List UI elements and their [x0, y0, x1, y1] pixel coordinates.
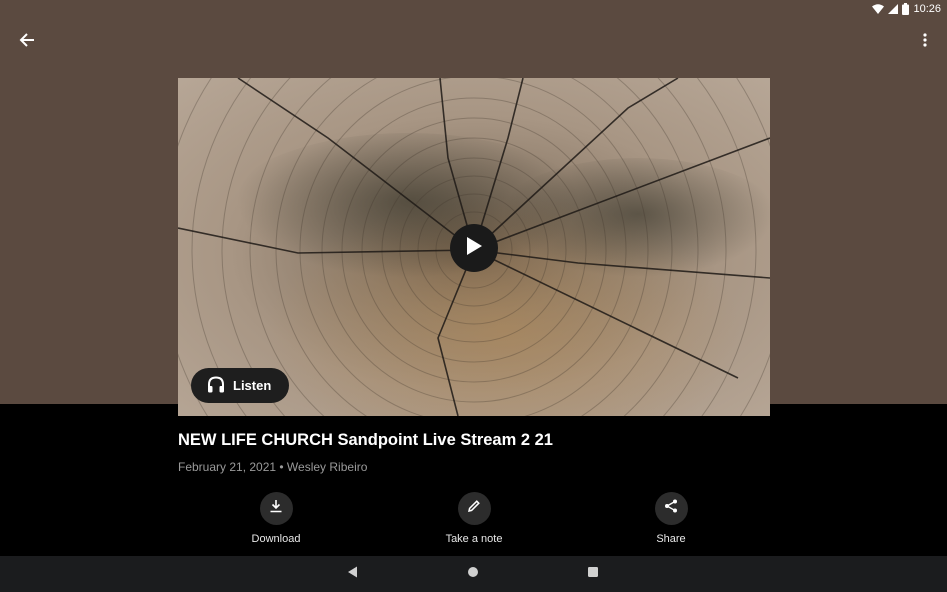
- download-button[interactable]: Download: [226, 492, 326, 545]
- take-note-label: Take a note: [445, 533, 503, 545]
- status-bar: 10:26: [0, 0, 947, 18]
- download-button-circle: [259, 492, 293, 525]
- signal-icon: [888, 4, 899, 14]
- take-note-button[interactable]: Take a note: [424, 492, 524, 545]
- download-label: Download: [251, 533, 301, 545]
- status-icons: 10:26: [872, 2, 941, 16]
- take-note-button-circle: [457, 492, 491, 525]
- status-time: 10:26: [913, 3, 941, 15]
- download-icon: [269, 499, 283, 518]
- listen-label: Listen: [233, 378, 272, 393]
- back-triangle-icon: [347, 565, 359, 583]
- listen-button[interactable]: Listen: [191, 368, 290, 403]
- overflow-menu-button[interactable]: [915, 30, 935, 54]
- more-vert-icon: [923, 32, 927, 52]
- video-thumbnail[interactable]: Listen: [178, 78, 770, 416]
- system-navigation-bar: [0, 556, 947, 592]
- pencil-icon: [467, 499, 481, 518]
- sermon-meta: February 21, 2021 • Wesley Ribeiro: [178, 460, 368, 474]
- play-icon: [466, 236, 482, 260]
- share-button[interactable]: Share: [621, 492, 721, 545]
- battery-icon: [902, 3, 910, 15]
- wifi-icon: [872, 4, 885, 14]
- recents-square-icon: [587, 565, 599, 583]
- share-button-circle: [654, 492, 688, 525]
- arrow-left-icon: [19, 32, 35, 53]
- sermon-title: NEW LIFE CHURCH Sandpoint Live Stream 2 …: [178, 431, 553, 449]
- nav-home-button[interactable]: [463, 564, 483, 584]
- headphones-icon: [207, 375, 225, 396]
- back-button[interactable]: [14, 30, 40, 54]
- share-icon: [664, 499, 678, 518]
- home-circle-icon: [467, 565, 479, 583]
- play-button[interactable]: [450, 224, 498, 272]
- nav-recents-button[interactable]: [583, 564, 603, 584]
- share-label: Share: [656, 533, 686, 545]
- nav-back-button[interactable]: [343, 564, 363, 584]
